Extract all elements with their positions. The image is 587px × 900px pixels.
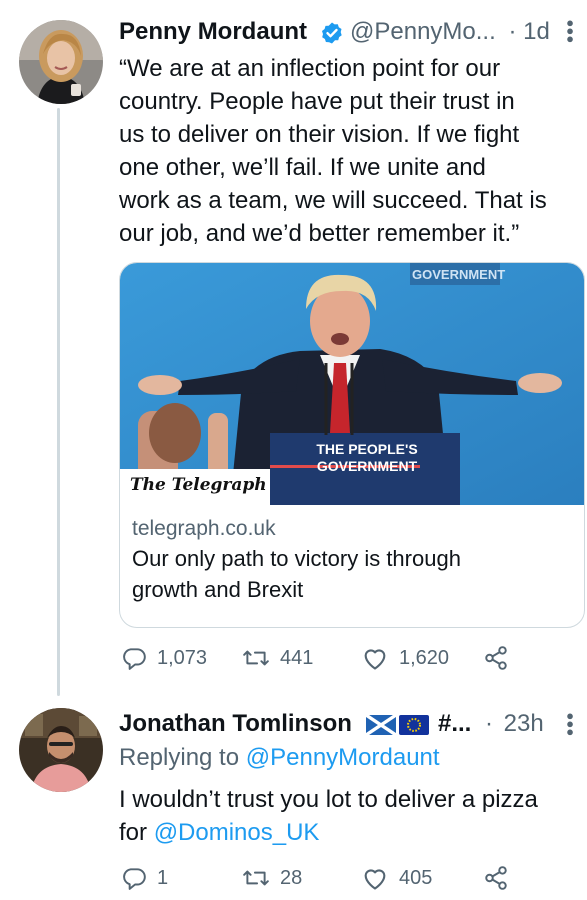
- link-card-image[interactable]: GOVERNMENT THE PEOPLE'S GOVERNMENT The T…: [120, 263, 584, 505]
- retweet-button[interactable]: 28: [242, 865, 302, 891]
- reply-button[interactable]: 1,073: [121, 645, 207, 671]
- tweet-text-prefix: for: [119, 819, 148, 846]
- share-icon: [483, 645, 509, 671]
- more-icon[interactable]: ● ● ●: [562, 16, 576, 45]
- retweet-icon: [242, 645, 270, 671]
- replying-to-link[interactable]: @PennyMordaunt: [246, 744, 440, 771]
- replying-to: Replying to @PennyMordaunt: [119, 744, 440, 772]
- reply-icon: [121, 645, 147, 671]
- retweet-icon: [242, 865, 270, 891]
- publisher-logo: The Telegraph: [130, 475, 267, 495]
- user-handle[interactable]: @PennyMo...: [350, 18, 496, 45]
- retweet-count: 28: [280, 866, 303, 889]
- podium-sign-line: GOVERNMENT: [316, 458, 418, 474]
- avatar[interactable]: [19, 708, 103, 792]
- like-count: 405: [399, 866, 433, 889]
- tweet-text: “We are at an inflection point for our c…: [119, 52, 585, 250]
- like-icon: [361, 645, 389, 671]
- scotland-flag-icon: [366, 715, 396, 735]
- tweet-text-line: “We are at an inflection point for our: [119, 55, 501, 82]
- timestamp[interactable]: 1d: [523, 18, 550, 45]
- like-button[interactable]: 1,620: [361, 645, 449, 671]
- mention-link[interactable]: @Dominos_UK: [154, 819, 320, 846]
- link-card[interactable]: GOVERNMENT THE PEOPLE'S GOVERNMENT The T…: [119, 262, 585, 628]
- display-name[interactable]: Jonathan Tomlinson: [119, 710, 352, 738]
- timestamp[interactable]: 23h: [504, 710, 544, 737]
- card-domain: telegraph.co.uk: [132, 517, 276, 540]
- tweet-text-line: I wouldn’t trust you lot to deliver a pi…: [119, 786, 538, 813]
- like-button[interactable]: 405: [361, 865, 432, 891]
- separator-dot: ·: [508, 18, 517, 45]
- share-icon: [483, 865, 509, 891]
- backdrop-sign-text: GOVERNMENT: [412, 267, 506, 282]
- tweet-text-line: our job, and we’d better remember it.”: [119, 220, 520, 247]
- tweet-text-line: country. People have put their trust in: [119, 88, 515, 115]
- reply-count: 1,073: [157, 646, 208, 669]
- eu-flag-icon: [399, 715, 429, 735]
- tweet-text-line: work as a team, we will succeed. That is: [119, 187, 547, 214]
- replying-to-label: Replying to: [119, 744, 240, 771]
- tweet-text-line: us to deliver on their vision. If we fig…: [119, 121, 520, 148]
- podium-sign-line: THE PEOPLE'S: [316, 441, 418, 457]
- avatar[interactable]: [19, 20, 103, 104]
- retweet-button[interactable]: 441: [242, 645, 313, 671]
- tweet-text-line: for @Dominos_UK: [119, 816, 585, 849]
- share-button[interactable]: [483, 865, 509, 891]
- display-name[interactable]: Penny Mordaunt: [119, 18, 307, 46]
- more-icon[interactable]: ● ● ●: [562, 709, 576, 738]
- share-button[interactable]: [483, 645, 509, 671]
- podium-sign: THE PEOPLE'S GOVERNMENT: [302, 441, 432, 475]
- tweet-text-line: one other, we’ll fail. If we unite and: [119, 154, 486, 181]
- verified-badge-icon: [320, 21, 344, 45]
- like-icon: [361, 865, 389, 891]
- card-title-line: growth and Brexit: [132, 577, 304, 602]
- separator-dot: ·: [485, 710, 493, 737]
- user-handle[interactable]: #...: [438, 710, 471, 738]
- tweet-text: I wouldn’t trust you lot to deliver a pi…: [119, 783, 585, 849]
- thread-connector-line: [57, 108, 60, 696]
- reply-icon: [121, 865, 147, 891]
- retweet-count: 441: [280, 646, 314, 669]
- reply-button[interactable]: 1: [121, 865, 168, 891]
- reply-count: 1: [157, 866, 169, 889]
- card-title: Our only path to victory is through grow…: [132, 543, 572, 605]
- card-title-line: Our only path to victory is through: [132, 546, 461, 571]
- like-count: 1,620: [399, 646, 450, 669]
